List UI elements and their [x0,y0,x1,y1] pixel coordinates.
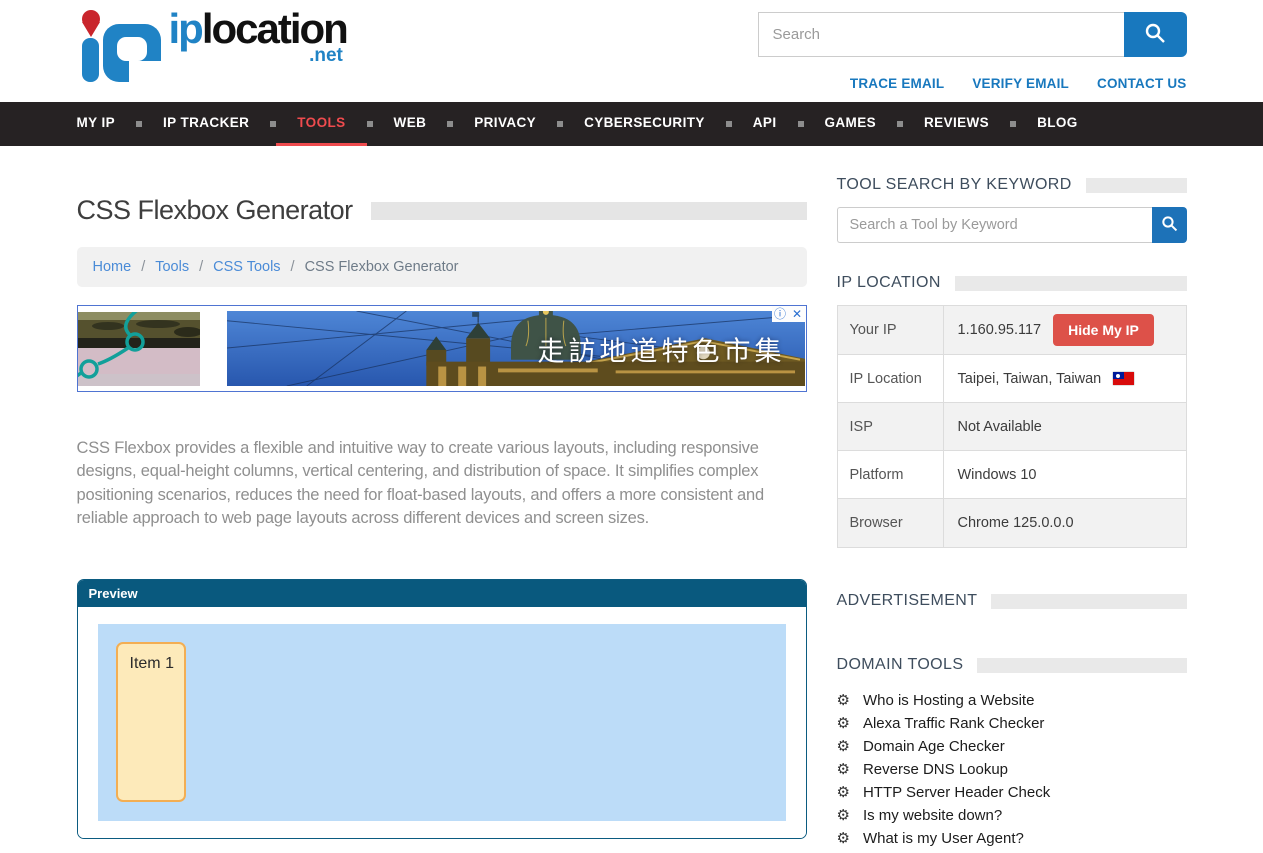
logo-text: iplocation .net [169,8,347,65]
gear-icon: ⚙ [837,692,850,709]
ip-location-heading: IP LOCATION [837,274,1187,292]
header-search-button[interactable] [1124,12,1187,57]
breadcrumb-tools[interactable]: Tools [155,259,189,275]
sidebar: TOOL SEARCH BY KEYWORD IP LOCATION Your … [837,146,1187,853]
trace-email-link[interactable]: TRACE EMAIL [850,76,944,91]
platform-value: Windows 10 [958,467,1037,483]
flexbox-preview-item[interactable]: Item 1 [116,642,186,802]
heading-decorative-bar [977,658,1186,673]
nav-item-tools[interactable]: TOOLS [276,102,366,146]
tool-search-input[interactable] [837,207,1152,243]
domain-tools-list: ⚙ Who is Hosting a Website ⚙ Alexa Traff… [837,692,1187,847]
nav-item-web[interactable]: WEB [373,102,448,146]
your-ip-value: 1.160.95.117 [958,322,1042,338]
search-icon [1144,22,1166,47]
ad-overlay-text: 走訪地道特色市集 [538,329,786,368]
logo-ip-icon [77,8,165,91]
domain-tool-alexa-link[interactable]: Alexa Traffic Rank Checker [863,716,1044,732]
gear-icon: ⚙ [837,715,850,732]
ad-close-icon[interactable]: ✕ [789,306,806,322]
header-search-input[interactable] [758,12,1124,57]
gear-icon: ⚙ [837,784,850,801]
gear-icon: ⚙ [837,830,850,847]
nav-item-ip-tracker[interactable]: IP TRACKER [142,102,270,146]
contact-us-link[interactable]: CONTACT US [1097,76,1187,91]
verify-email-link[interactable]: VERIFY EMAIL [972,76,1069,91]
title-decorative-bar [371,202,807,220]
list-item[interactable]: ⚙ Alexa Traffic Rank Checker [837,715,1187,732]
table-row-platform: Platform Windows 10 [838,451,1186,499]
gear-icon: ⚙ [837,761,850,778]
tool-search [837,207,1187,243]
ad-left-image [78,312,200,386]
tool-search-heading: TOOL SEARCH BY KEYWORD [837,176,1187,194]
preview-panel: Preview Item 1 [77,579,807,839]
site-logo[interactable]: iplocation .net [77,8,347,102]
domain-tool-user-agent-link[interactable]: What is my User Agent? [863,831,1024,847]
domain-tool-http-header-link[interactable]: HTTP Server Header Check [863,785,1050,801]
table-row-ip-location: IP Location Taipei, Taiwan, Taiwan [838,355,1186,403]
ip-location-value: Taipei, Taiwan, Taiwan [958,371,1102,387]
table-row-isp: ISP Not Available [838,403,1186,451]
nav-item-cybersecurity[interactable]: CYBERSECURITY [563,102,726,146]
page-title: CSS Flexbox Generator [77,195,353,226]
ad-banner[interactable]: 走訪地道特色市集 ⓘ ✕ [77,305,807,392]
list-item[interactable]: ⚙ Domain Age Checker [837,738,1187,755]
ad-info-icon[interactable]: ⓘ [772,306,789,322]
domain-tools-heading: DOMAIN TOOLS [837,656,1187,674]
main-content: CSS Flexbox Generator Home / Tools / CSS… [77,146,807,839]
list-item[interactable]: ⚙ Reverse DNS Lookup [837,761,1187,778]
preview-panel-header: Preview [78,580,806,607]
nav-item-blog[interactable]: BLOG [1016,102,1099,146]
breadcrumb-css-tools[interactable]: CSS Tools [213,259,280,275]
nav-item-api[interactable]: API [732,102,798,146]
tool-search-button[interactable] [1152,207,1187,243]
main-nav: MY IP IP TRACKER TOOLS WEB PRIVACY CYBER… [0,102,1263,146]
gear-icon: ⚙ [837,738,850,755]
gear-icon: ⚙ [837,807,850,824]
heading-decorative-bar [955,276,1187,291]
heading-decorative-bar [1086,178,1187,193]
header-search [758,12,1187,57]
browser-value: Chrome 125.0.0.0 [958,515,1074,531]
header-links: TRACE EMAIL VERIFY EMAIL CONTACT US [850,76,1187,91]
nav-item-privacy[interactable]: PRIVACY [453,102,557,146]
preview-panel-body: Item 1 [78,607,806,838]
breadcrumb-home[interactable]: Home [93,259,132,275]
flexbox-preview-container: Item 1 [98,624,786,821]
list-item[interactable]: ⚙ HTTP Server Header Check [837,784,1187,801]
hide-my-ip-button[interactable]: Hide My IP [1053,314,1154,346]
domain-tool-age-link[interactable]: Domain Age Checker [863,739,1005,755]
breadcrumb: Home / Tools / CSS Tools / CSS Flexbox G… [77,247,807,287]
list-item[interactable]: ⚙ Is my website down? [837,807,1187,824]
nav-item-games[interactable]: GAMES [804,102,898,146]
nav-item-reviews[interactable]: REVIEWS [903,102,1010,146]
domain-tool-website-down-link[interactable]: Is my website down? [863,808,1002,824]
list-item[interactable]: ⚙ Who is Hosting a Website [837,692,1187,709]
search-icon [1161,215,1178,235]
list-item[interactable]: ⚙ What is my User Agent? [837,830,1187,847]
domain-tool-reverse-dns-link[interactable]: Reverse DNS Lookup [863,762,1008,778]
ip-location-table: Your IP 1.160.95.117 Hide My IP IP Locat… [837,305,1187,548]
site-header: iplocation .net TRACE EMAIL VERIFY EMAIL [0,0,1263,102]
table-row-your-ip: Your IP 1.160.95.117 Hide My IP [838,306,1186,355]
tool-description: CSS Flexbox provides a flexible and intu… [77,437,807,531]
isp-value: Not Available [958,419,1042,435]
heading-decorative-bar [991,594,1186,609]
table-row-browser: Browser Chrome 125.0.0.0 [838,499,1186,547]
domain-tool-hosting-link[interactable]: Who is Hosting a Website [863,693,1034,709]
nav-item-my-ip[interactable]: MY IP [77,102,137,146]
taiwan-flag-icon [1113,372,1134,385]
advertisement-heading: ADVERTISEMENT [837,592,1187,610]
breadcrumb-current: CSS Flexbox Generator [305,259,459,275]
